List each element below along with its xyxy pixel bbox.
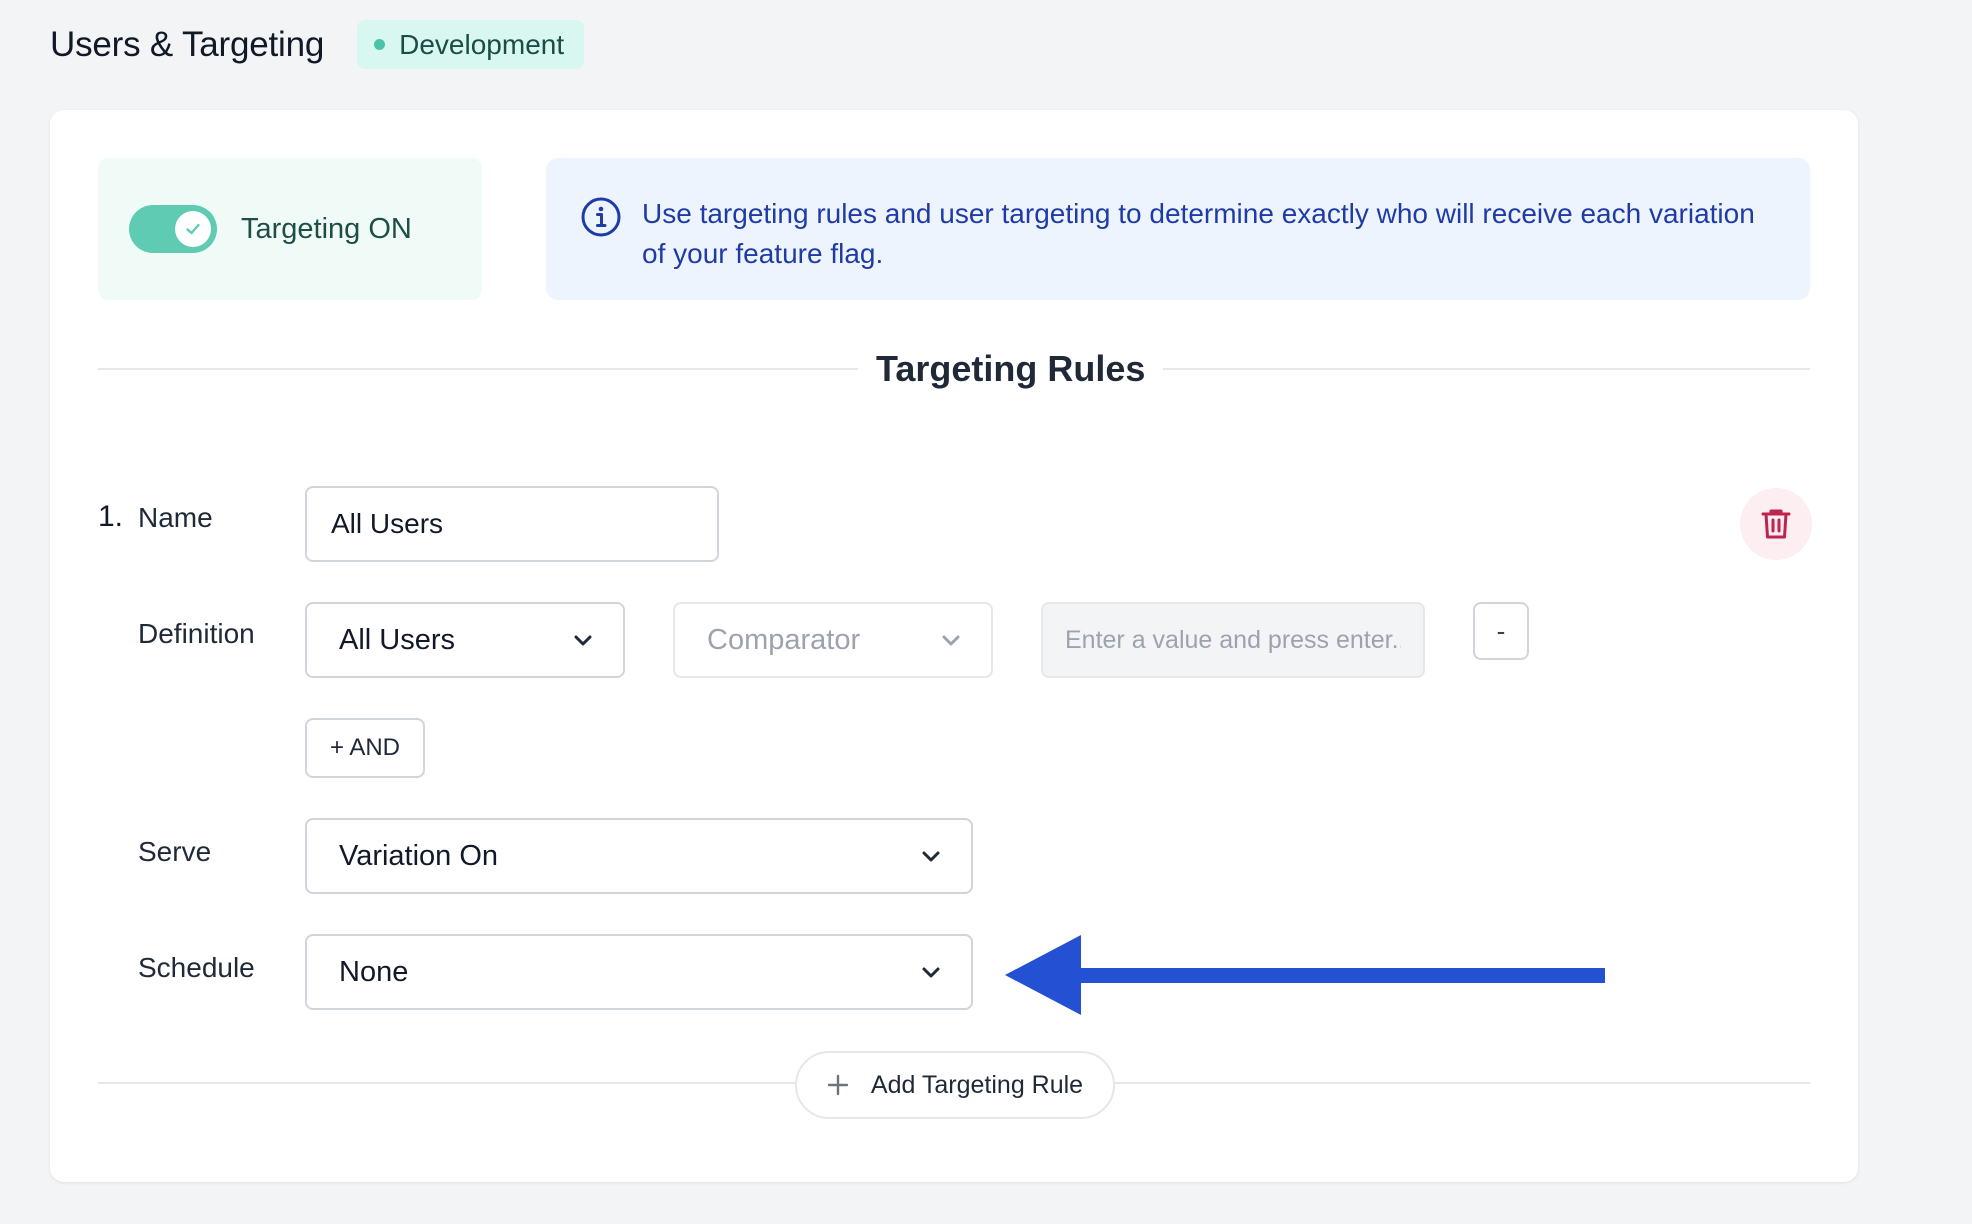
- section-title: Targeting Rules: [858, 348, 1164, 390]
- annotation-arrow-icon: [1005, 935, 1605, 1015]
- definition-label: Definition: [138, 618, 255, 649]
- targeting-toggle-panel: Targeting ON: [98, 158, 482, 300]
- add-targeting-rule-label: Add Targeting Rule: [870, 1070, 1084, 1099]
- value-input[interactable]: [1041, 602, 1425, 678]
- info-banner-text: Use targeting rules and user targeting t…: [642, 198, 1755, 269]
- status-dot-icon: [374, 39, 386, 50]
- targeting-toggle-label: Targeting ON: [241, 212, 412, 245]
- add-and-condition-button[interactable]: + AND: [305, 718, 425, 778]
- targeting-toggle[interactable]: [129, 205, 217, 253]
- serve-select[interactable]: Variation On: [305, 818, 973, 894]
- remove-condition-button[interactable]: -: [1473, 602, 1529, 660]
- serve-select-value: Variation On: [339, 839, 499, 872]
- page-title: Users & Targeting: [50, 24, 325, 64]
- toggle-knob: [175, 211, 211, 247]
- info-icon: [581, 197, 621, 237]
- check-icon: [186, 223, 200, 235]
- chevron-down-icon: [574, 635, 592, 646]
- schedule-label: Schedule: [138, 952, 255, 983]
- delete-rule-button[interactable]: [1740, 488, 1812, 560]
- rule-number: 1.: [98, 500, 124, 533]
- definition-select-value: All Users: [339, 623, 456, 656]
- page-header: Users & Targeting Development: [50, 20, 585, 69]
- trash-icon: [1761, 509, 1791, 539]
- chevron-down-icon: [922, 851, 940, 862]
- info-banner: Use targeting rules and user targeting t…: [546, 158, 1810, 300]
- rule-name-input[interactable]: [305, 486, 719, 562]
- name-label: Name: [138, 502, 213, 533]
- definition-select[interactable]: All Users: [305, 602, 625, 678]
- add-targeting-rule-button[interactable]: Add Targeting Rule: [795, 1051, 1115, 1119]
- comparator-placeholder: Comparator: [707, 623, 861, 656]
- schedule-select-value: None: [339, 955, 409, 988]
- schedule-select[interactable]: None: [305, 934, 973, 1010]
- environment-badge-label: Development: [399, 28, 565, 60]
- comparator-select[interactable]: Comparator: [673, 602, 993, 678]
- chevron-down-icon: [922, 967, 940, 978]
- environment-badge: Development: [357, 20, 585, 69]
- chevron-down-icon: [942, 635, 960, 646]
- serve-label: Serve: [138, 836, 212, 867]
- plus-icon: [827, 1074, 849, 1096]
